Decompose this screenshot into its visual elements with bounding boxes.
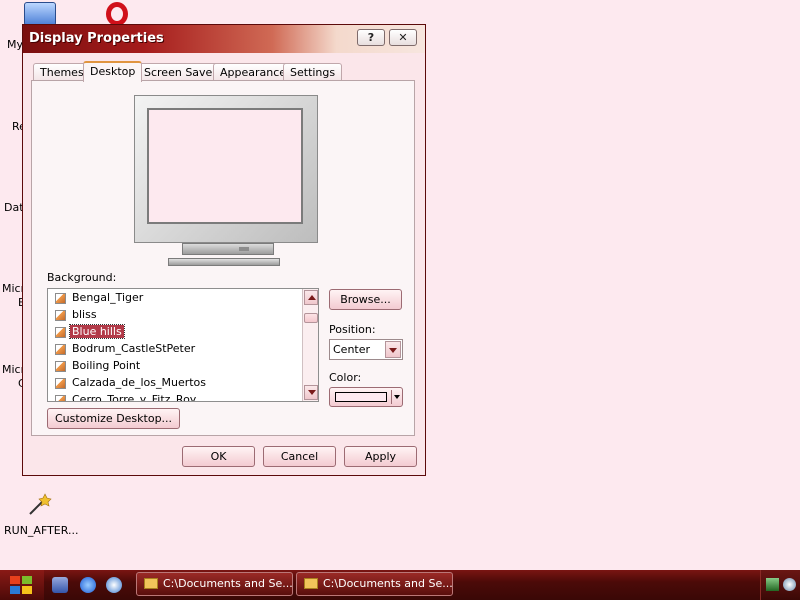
desktop-tab-panel: Background: Bengal_Tiger bliss Blue hill… xyxy=(31,80,415,436)
display-properties-dialog: Display Properties ? ✕ Themes Desktop Sc… xyxy=(22,24,426,476)
image-file-icon xyxy=(55,343,66,355)
image-file-icon xyxy=(55,292,66,304)
monitor-stand xyxy=(182,243,274,255)
scroll-thumb[interactable] xyxy=(304,313,318,323)
tab-screen-saver[interactable]: Screen Saver xyxy=(137,63,224,81)
title-bar[interactable]: Display Properties ? ✕ xyxy=(23,25,425,53)
list-item-selected[interactable]: Blue hills xyxy=(55,324,125,340)
monitor-preview xyxy=(134,95,318,243)
desktop-icon-label[interactable]: Dat xyxy=(4,201,24,214)
windows-logo-icon xyxy=(10,576,34,594)
user-icon[interactable] xyxy=(783,578,796,591)
show-desktop-icon[interactable] xyxy=(52,577,68,593)
color-picker-button[interactable] xyxy=(329,387,403,407)
apply-button[interactable]: Apply xyxy=(344,446,417,467)
list-item[interactable]: Calzada_de_los_Muertos xyxy=(55,375,208,391)
list-item[interactable]: Cerro_Torre_y_Fitz_Roy xyxy=(55,392,198,401)
list-item[interactable]: Boiling Point xyxy=(55,358,142,374)
background-list[interactable]: Bengal_Tiger bliss Blue hills Bodrum_Cas… xyxy=(47,288,319,402)
help-button[interactable]: ? xyxy=(357,29,385,46)
taskbar: C:\Documents and Se... C:\Documents and … xyxy=(0,570,800,600)
browse-button[interactable]: Browse... xyxy=(329,289,402,310)
cancel-button[interactable]: Cancel xyxy=(263,446,336,467)
image-file-icon xyxy=(55,326,66,338)
scroll-down-button[interactable] xyxy=(304,385,318,400)
list-item[interactable]: Bengal_Tiger xyxy=(55,290,145,306)
background-label: Background: xyxy=(47,271,117,284)
tab-desktop[interactable]: Desktop xyxy=(83,61,143,82)
arrow-up-icon xyxy=(308,295,316,300)
image-file-icon xyxy=(55,394,66,401)
taskbar-window-button[interactable]: C:\Documents and Se... xyxy=(136,572,293,596)
magic-wand-icon[interactable] xyxy=(26,492,52,518)
dropdown-button[interactable] xyxy=(385,341,401,358)
ok-button[interactable]: OK xyxy=(182,446,255,467)
folder-icon xyxy=(144,578,158,589)
color-label: Color: xyxy=(329,371,362,384)
list-scrollbar[interactable] xyxy=(302,289,318,401)
network-icon[interactable] xyxy=(766,578,779,591)
image-file-icon xyxy=(55,309,66,321)
start-button[interactable] xyxy=(0,570,44,600)
position-select[interactable]: Center xyxy=(329,339,403,360)
tab-settings[interactable]: Settings xyxy=(283,63,343,81)
dialog-title: Display Properties xyxy=(29,31,164,46)
desktop-icon-label[interactable]: My xyxy=(7,38,23,51)
customize-desktop-button[interactable]: Customize Desktop... xyxy=(47,408,180,429)
color-swatch xyxy=(335,392,387,402)
internet-explorer-icon[interactable] xyxy=(80,577,96,593)
chevron-down-icon xyxy=(394,395,400,399)
image-file-icon xyxy=(55,377,66,389)
position-value: Center xyxy=(333,343,371,356)
monitor-base xyxy=(168,258,280,266)
run-after-label[interactable]: RUN_AFTER... xyxy=(4,524,79,537)
scroll-up-button[interactable] xyxy=(304,290,318,305)
list-item[interactable]: bliss xyxy=(55,307,99,323)
monitor-screen xyxy=(147,108,303,224)
my-computer-icon[interactable] xyxy=(24,2,56,26)
close-button[interactable]: ✕ xyxy=(389,29,417,46)
folder-icon xyxy=(304,578,318,589)
chevron-down-icon xyxy=(389,348,397,353)
system-tray xyxy=(760,570,800,600)
taskbar-window-button[interactable]: C:\Documents and Se... xyxy=(296,572,453,596)
media-player-icon[interactable] xyxy=(106,577,122,593)
opera-icon[interactable] xyxy=(106,2,128,26)
arrow-down-icon xyxy=(308,390,316,395)
tab-appearance[interactable]: Appearance xyxy=(213,63,294,81)
position-label: Position: xyxy=(329,323,376,336)
list-item[interactable]: Bodrum_CastleStPeter xyxy=(55,341,197,357)
image-file-icon xyxy=(55,360,66,372)
